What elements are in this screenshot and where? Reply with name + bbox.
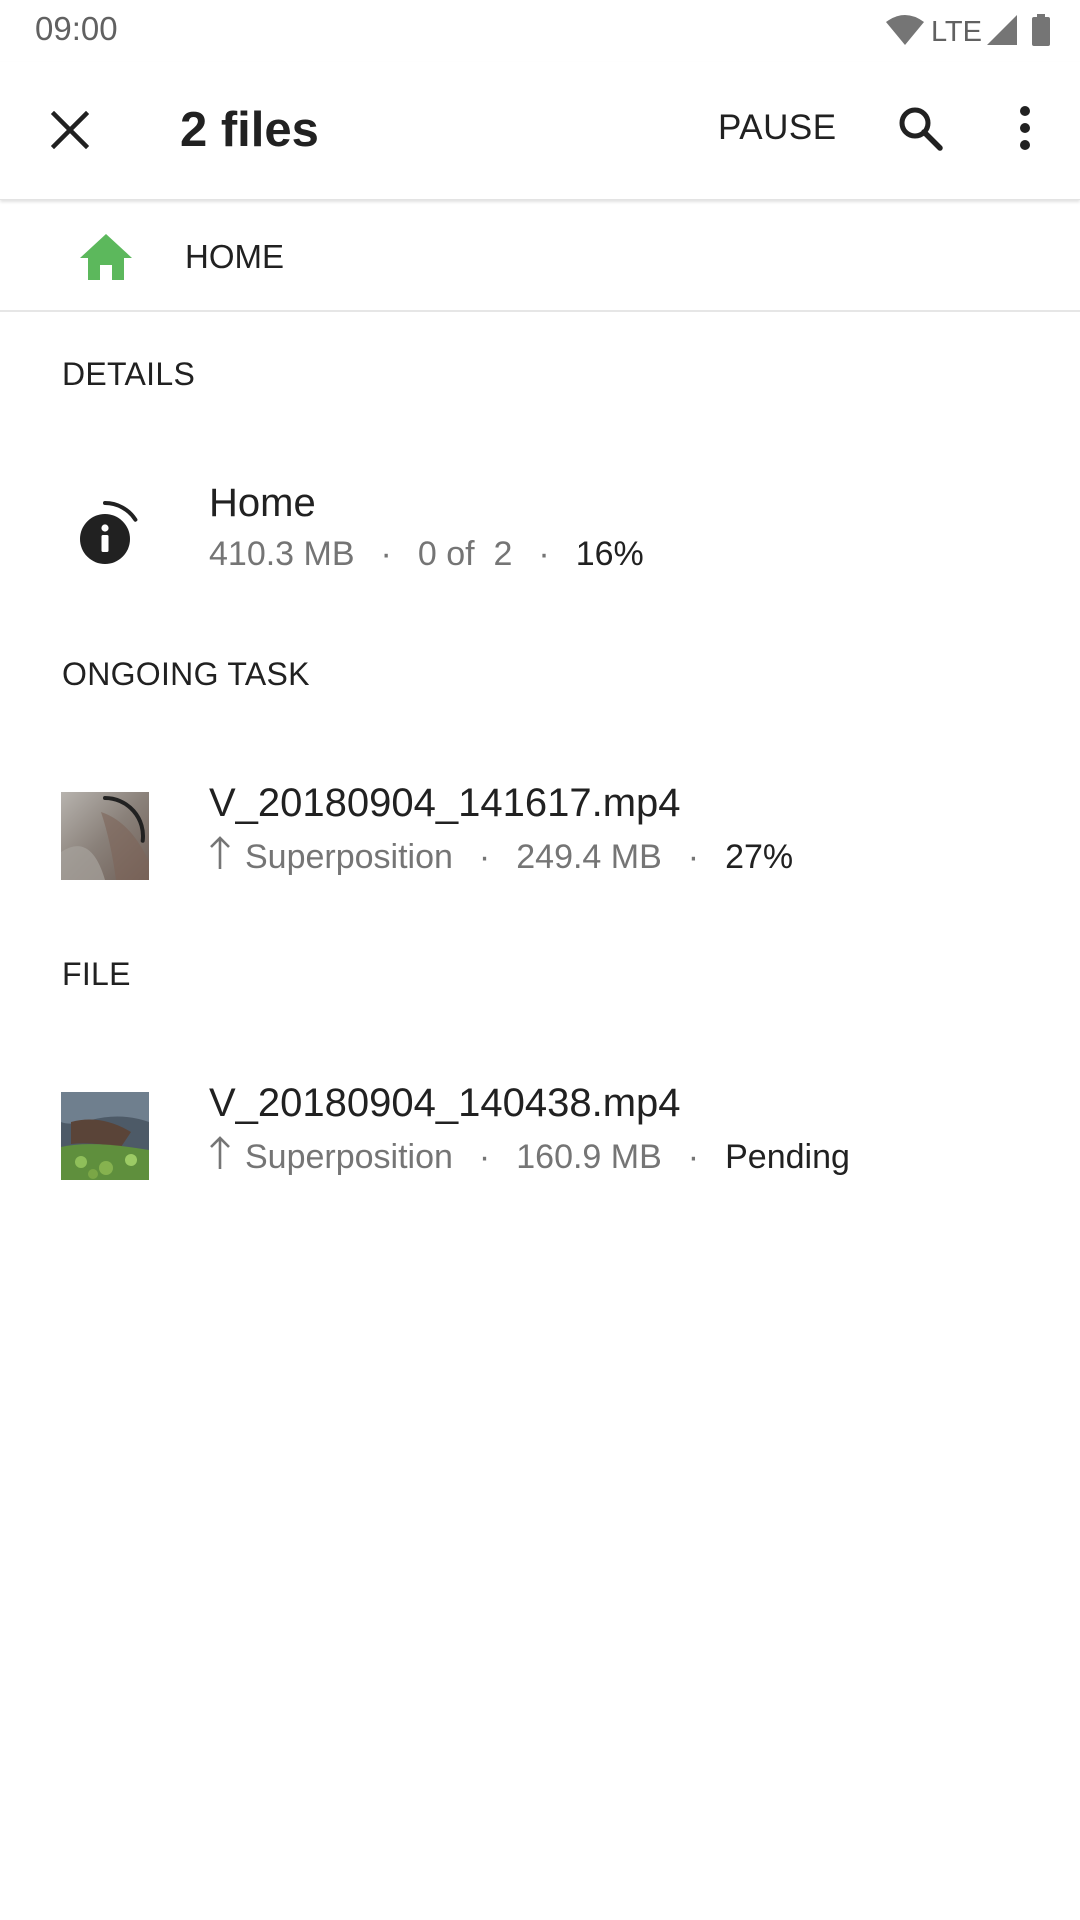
- ongoing-size: 249.4 MB: [516, 838, 662, 876]
- search-button[interactable]: [890, 100, 950, 160]
- breadcrumb-home[interactable]: HOME: [185, 238, 284, 276]
- file-row[interactable]: V_20180904_140438.mp4 Superposition · 16…: [0, 1075, 1080, 1205]
- ongoing-meta: Superposition · 249.4 MB · 27%: [209, 835, 793, 880]
- details-meta: 410.3 MB · 0 of 2 · 16%: [209, 535, 644, 574]
- ongoing-task-header: ONGOING TASK: [62, 656, 310, 692]
- video-thumbnail-icon: [61, 792, 149, 880]
- separator-dot: ·: [478, 1138, 491, 1176]
- details-header: DETAILS: [62, 356, 196, 392]
- more-vert-icon: [1019, 105, 1031, 155]
- details-count: 0 of 2: [417, 535, 513, 573]
- close-button[interactable]: [40, 102, 100, 162]
- ongoing-status: 27%: [725, 838, 794, 876]
- video-thumbnail-icon: [61, 1092, 149, 1180]
- details-size: 410.3 MB: [209, 535, 355, 573]
- file-name: V_20180904_140438.mp4: [209, 1081, 681, 1125]
- ongoing-file-name: V_20180904_141617.mp4: [209, 781, 681, 825]
- separator-dot: ·: [478, 838, 491, 876]
- separator-dot: ·: [380, 535, 392, 573]
- separator-dot: ·: [538, 535, 550, 573]
- upload-arrow-icon: [209, 835, 231, 880]
- details-progress: 16%: [575, 535, 644, 573]
- more-options-button[interactable]: [1000, 100, 1050, 160]
- breadcrumb: HOME: [0, 200, 1080, 312]
- status-time: 09:00: [35, 10, 118, 47]
- info-progress-icon: [61, 492, 149, 580]
- separator-dot: ·: [687, 1138, 700, 1176]
- file-header: FILE: [62, 956, 131, 992]
- file-status: Pending: [725, 1138, 850, 1176]
- upload-arrow-icon: [209, 1135, 231, 1180]
- cell-signal-icon: [986, 14, 1018, 51]
- status-icons: LTE: [885, 12, 1050, 52]
- ongoing-task-row[interactable]: V_20180904_141617.mp4 Superposition · 24…: [0, 775, 1080, 905]
- battery-icon: [1032, 13, 1050, 51]
- network-type-label: LTE: [930, 15, 982, 48]
- file-size: 160.9 MB: [516, 1138, 662, 1176]
- app-bar: 2 files PAUSE: [0, 62, 1080, 200]
- close-icon: [50, 110, 90, 154]
- file-meta: Superposition · 160.9 MB · Pending: [209, 1135, 850, 1180]
- status-bar: 09:00 LTE: [0, 0, 1080, 62]
- wifi-icon: [885, 14, 925, 51]
- page-title: 2 files: [180, 103, 319, 157]
- details-row[interactable]: Home 410.3 MB · 0 of 2 · 16%: [0, 475, 1080, 605]
- details-title: Home: [209, 481, 316, 525]
- separator-dot: ·: [687, 838, 700, 876]
- search-icon: [897, 105, 943, 156]
- home-icon[interactable]: [78, 232, 134, 282]
- pause-button[interactable]: PAUSE: [718, 108, 837, 148]
- ongoing-destination: Superposition: [245, 838, 453, 876]
- file-destination: Superposition: [245, 1138, 453, 1176]
